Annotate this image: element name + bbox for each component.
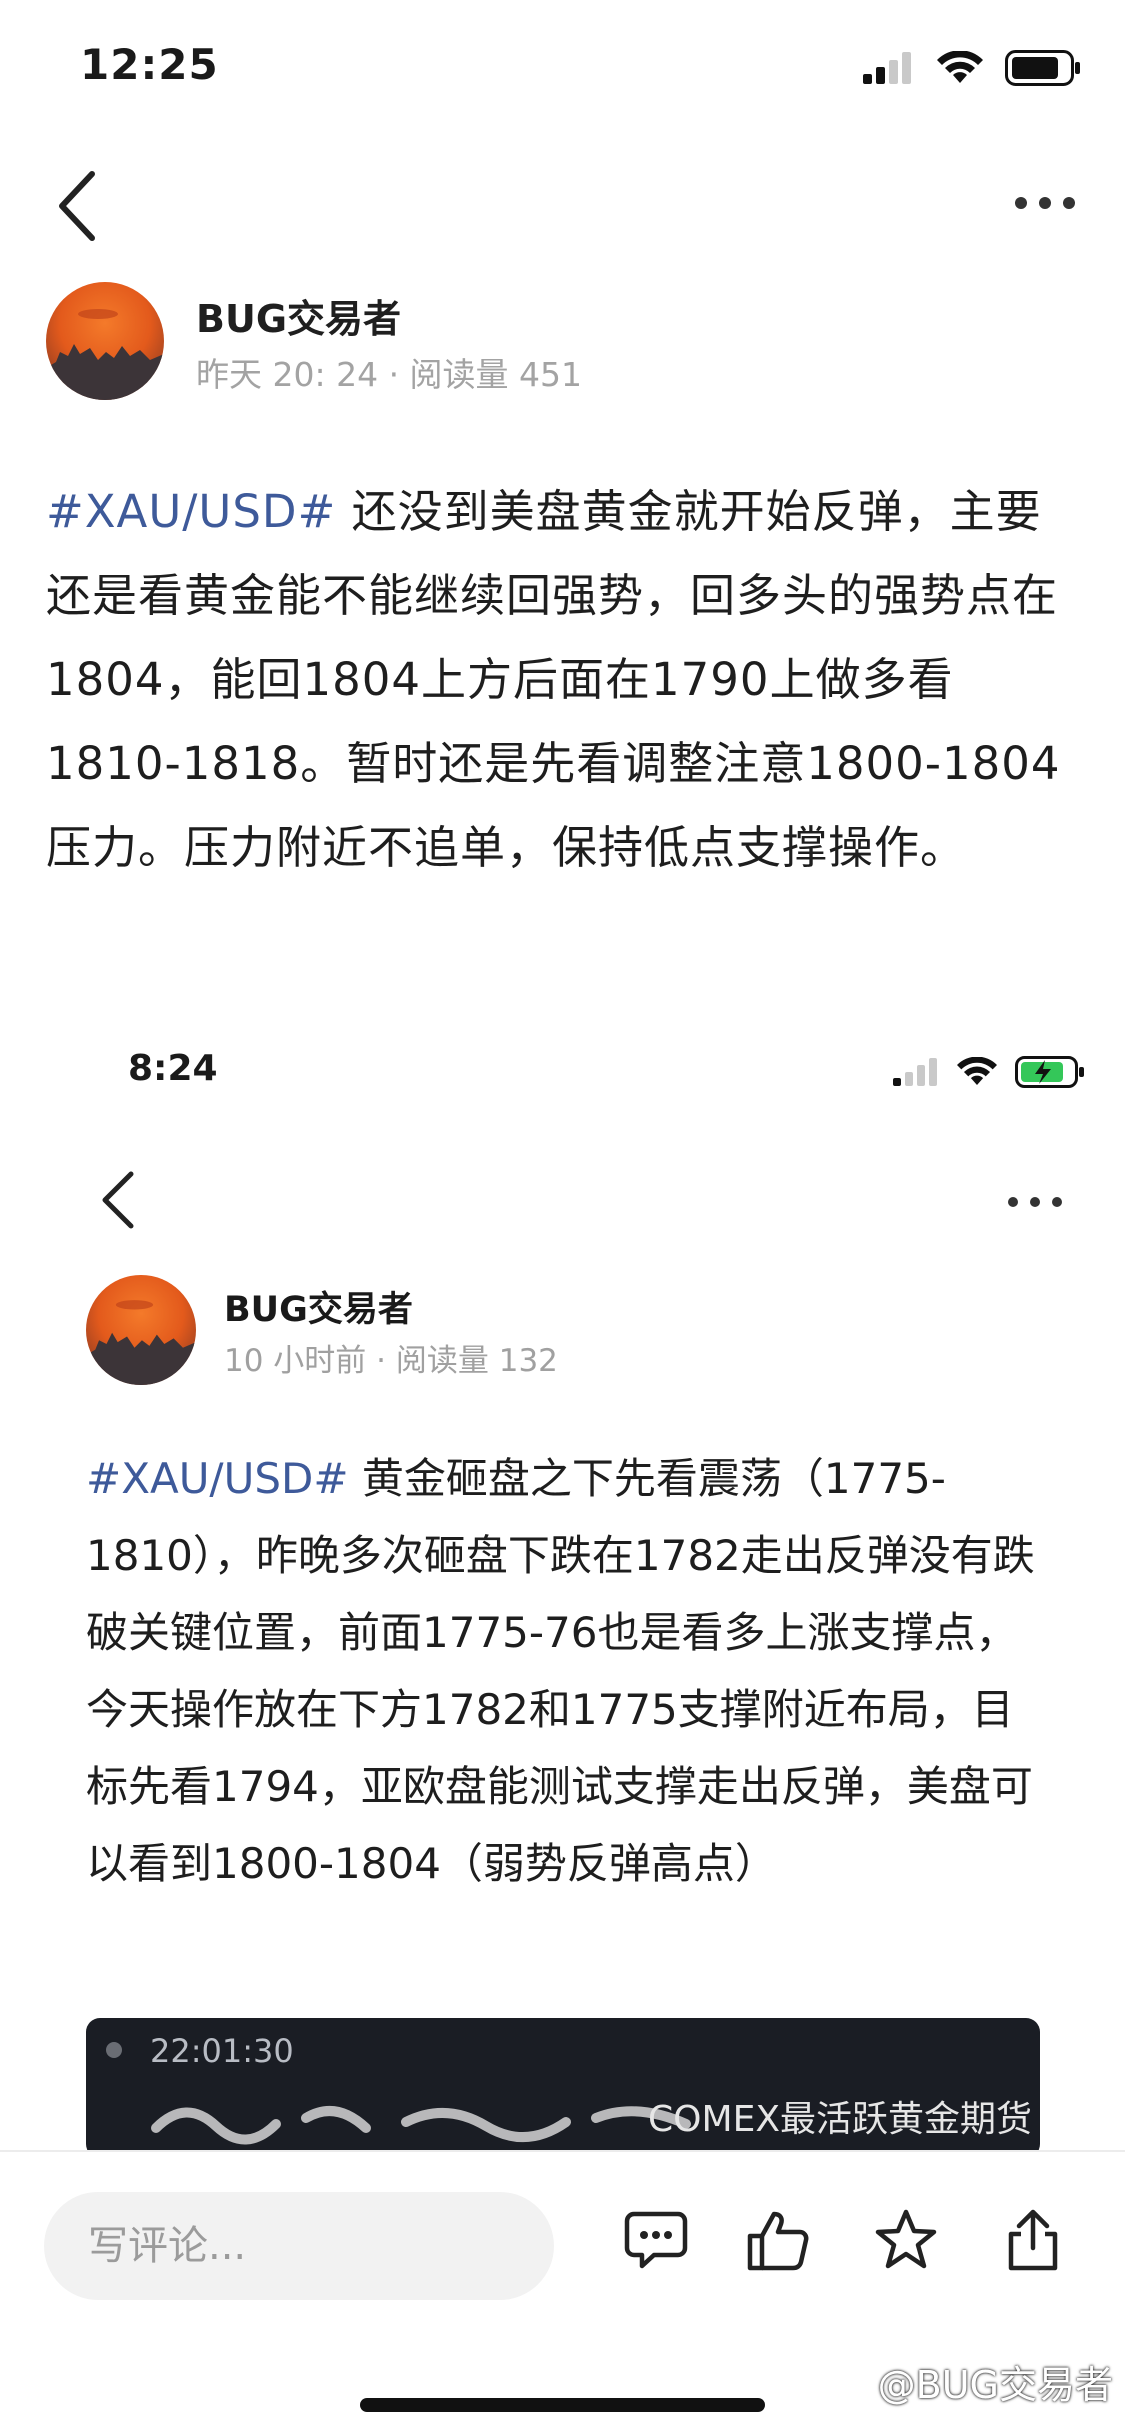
wifi-icon [937,51,983,83]
signal-icon [863,52,911,84]
nav-bar [0,160,1125,250]
comment-icon [624,2211,688,2269]
like-icon [747,2211,809,2271]
embedded-image-time: 22:01:30 [150,2032,294,2070]
more-icon[interactable] [1013,188,1077,218]
battery-icon [1005,50,1080,86]
back-icon [102,1171,134,1229]
like-button[interactable] [740,2202,816,2278]
record-dot-icon [106,2042,122,2058]
embedded-author-name: BUG交易者 [224,1290,413,1330]
author-header: BUG交易者 昨天 20: 24 · 阅读量 451 [46,282,1086,402]
embedded-chart-image: 22:01:30 COMEX最活跃黄金期货 [86,2018,1040,2150]
author-name[interactable]: BUG交易者 [196,288,401,343]
embedded-author-header: BUG交易者 10 小时前 · 阅读量 132 [86,1275,986,1385]
back-icon[interactable] [50,168,110,244]
battery-charging-icon [1015,1056,1084,1088]
embedded-post-body: #XAU/USD# 黄金砸盘之下先看震荡（1775-1810），昨晚多次砸盘下跌… [86,1440,1046,1902]
favorite-button[interactable] [868,2202,944,2278]
wifi-icon [957,1057,997,1086]
home-indicator[interactable] [360,2398,765,2412]
post-meta: 昨天 20: 24 · 阅读量 451 [196,355,583,394]
more-icon [1008,1197,1062,1207]
embedded-post-meta: 10 小时前 · 阅读量 132 [224,1343,558,1379]
post-body-text: 还没到美盘黄金就开始反弹，主要还是看黄金能不能继续回强势，回多头的强势点在180… [46,485,1061,874]
embedded-status-icons [893,1056,1085,1088]
embedded-status-time: 8:24 [128,1048,218,1089]
signal-icon [893,1058,937,1086]
embedded-post-body-text: 黄金砸盘之下先看震荡（1775-1810），昨晚多次砸盘下跌在1782走出反弹没… [86,1454,1035,1888]
avatar[interactable] [46,282,164,400]
share-button[interactable] [995,2202,1071,2278]
embedded-screenshot[interactable]: 8:24 BUG交易者 10 小时前 · 阅读量 132 #XAU/USD# 黄… [40,1020,1085,2150]
embedded-image-label: COMEX最活跃黄金期货 [648,2099,1032,2140]
hashtag-link[interactable]: #XAU/USD# [46,485,336,538]
bottom-action-bar: @BUG交易者 [0,2150,1125,2436]
post-body: #XAU/USD# 还没到美盘黄金就开始反弹，主要还是看黄金能不能继续回强势，回… [46,470,1086,890]
avatar [86,1275,196,1385]
blurred-text [151,2106,691,2145]
status-time: 12:25 [80,40,219,89]
share-icon [1008,2209,1058,2271]
status-icons [863,50,1081,86]
watermark: @BUG交易者 [877,2363,1113,2407]
comment-button[interactable] [618,2202,694,2278]
star-icon [875,2209,937,2269]
status-bar: 12:25 [0,0,1125,140]
comment-input[interactable] [44,2192,554,2300]
embedded-hashtag: #XAU/USD# [86,1454,349,1503]
